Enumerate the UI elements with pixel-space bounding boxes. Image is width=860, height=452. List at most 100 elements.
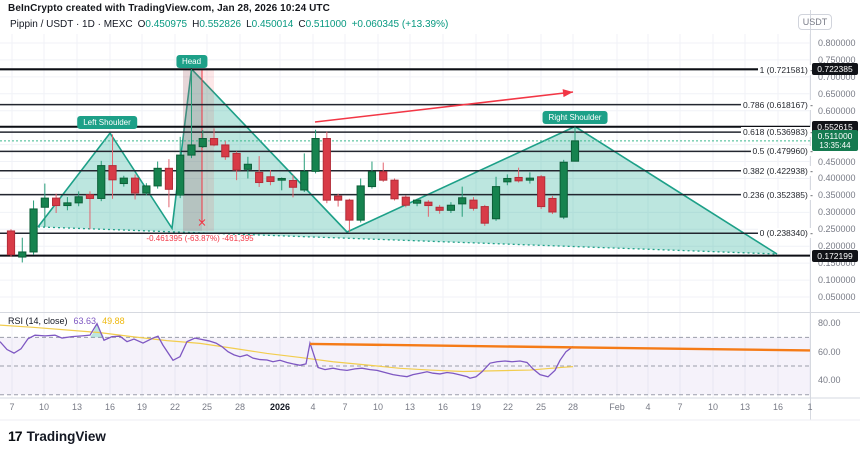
candle-body[interactable] bbox=[98, 166, 105, 199]
time-axis-tick[interactable]: 25 bbox=[202, 402, 212, 412]
price-axis-tick[interactable]: 0.050000 bbox=[818, 292, 856, 302]
time-axis-tick[interactable]: 13 bbox=[405, 402, 415, 412]
candle-body[interactable] bbox=[278, 178, 285, 180]
price-axis-tick[interactable]: 0.800000 bbox=[818, 38, 856, 48]
candle-body[interactable] bbox=[154, 168, 161, 186]
time-axis-tick[interactable]: 10 bbox=[373, 402, 383, 412]
candle-body[interactable] bbox=[560, 162, 567, 217]
candle-body[interactable] bbox=[470, 200, 477, 208]
candle-body[interactable] bbox=[120, 178, 127, 183]
candle-body[interactable] bbox=[526, 178, 533, 180]
price-axis-tick[interactable]: 0.300000 bbox=[818, 207, 856, 217]
candle-body[interactable] bbox=[402, 197, 409, 205]
time-axis-tick[interactable]: 22 bbox=[170, 402, 180, 412]
candle-body[interactable] bbox=[7, 231, 14, 255]
rsi-axis-tick[interactable]: 40.00 bbox=[818, 375, 841, 385]
price-axis-tick[interactable]: 0.650000 bbox=[818, 89, 856, 99]
time-axis-tick[interactable]: 7 bbox=[677, 402, 682, 412]
candle-body[interactable] bbox=[357, 186, 364, 220]
time-axis-tick[interactable]: 16 bbox=[773, 402, 783, 412]
candle-body[interactable] bbox=[459, 198, 466, 204]
candle-body[interactable] bbox=[289, 181, 296, 188]
symbol-legend-row[interactable]: Pippin / USDT · 1D · MEXC O0.450975 H0.5… bbox=[10, 19, 448, 30]
price-axis-tick[interactable]: 0.350000 bbox=[818, 190, 856, 200]
candle-body[interactable] bbox=[188, 145, 195, 155]
candle-body[interactable] bbox=[41, 198, 48, 207]
candle-body[interactable] bbox=[481, 207, 488, 224]
time-axis-tick[interactable]: 13 bbox=[740, 402, 750, 412]
time-axis-tick[interactable]: 19 bbox=[137, 402, 147, 412]
candle-body[interactable] bbox=[515, 177, 522, 180]
candle-body[interactable] bbox=[109, 166, 116, 180]
candle-body[interactable] bbox=[335, 196, 342, 200]
chart-canvas[interactable] bbox=[0, 0, 860, 452]
candle-body[interactable] bbox=[301, 171, 308, 190]
candle-body[interactable] bbox=[447, 205, 454, 210]
time-axis-tick[interactable]: 4 bbox=[645, 402, 650, 412]
candle-body[interactable] bbox=[143, 186, 150, 193]
time-axis-tick[interactable]: 1 bbox=[807, 402, 812, 412]
candle-body[interactable] bbox=[571, 141, 578, 161]
trend-arrow[interactable] bbox=[315, 92, 573, 122]
candle-body[interactable] bbox=[256, 172, 263, 182]
candle-body[interactable] bbox=[267, 177, 274, 182]
price-axis-tick[interactable]: 0.400000 bbox=[818, 173, 856, 183]
candle-body[interactable] bbox=[199, 139, 206, 147]
time-axis-tick[interactable]: 16 bbox=[438, 402, 448, 412]
candle-body[interactable] bbox=[391, 180, 398, 199]
candle-body[interactable] bbox=[380, 172, 387, 180]
time-axis-tick[interactable]: 28 bbox=[235, 402, 245, 412]
time-axis-tick[interactable]: 7 bbox=[342, 402, 347, 412]
rsi-indicator-label[interactable]: RSI (14, close) bbox=[8, 316, 68, 326]
rsi-axis-tick[interactable]: 80.00 bbox=[818, 318, 841, 328]
candle-body[interactable] bbox=[19, 252, 26, 257]
price-axis-tick[interactable]: 0.600000 bbox=[818, 106, 856, 116]
candle-body[interactable] bbox=[131, 178, 138, 193]
time-axis-tick[interactable]: Feb bbox=[609, 402, 625, 412]
time-axis-tick[interactable]: 10 bbox=[708, 402, 718, 412]
rsi-axis-tick[interactable]: 60.00 bbox=[818, 347, 841, 357]
candle-body[interactable] bbox=[64, 203, 71, 206]
time-axis-tick[interactable]: 2026 bbox=[270, 402, 290, 412]
time-axis-tick[interactable]: 16 bbox=[105, 402, 115, 412]
quote-currency-label[interactable]: USDT bbox=[798, 14, 832, 30]
rsi-legend[interactable]: RSI (14, close) 63.63 49.88 bbox=[8, 316, 125, 326]
candle-body[interactable] bbox=[436, 207, 443, 210]
candle-body[interactable] bbox=[549, 198, 556, 212]
candle-body[interactable] bbox=[233, 153, 240, 170]
candle-body[interactable] bbox=[222, 145, 229, 157]
candle-body[interactable] bbox=[210, 139, 217, 145]
time-axis-tick[interactable]: 10 bbox=[39, 402, 49, 412]
price-axis-tick[interactable]: 0.250000 bbox=[818, 224, 856, 234]
price-axis-tick[interactable]: 0.100000 bbox=[818, 275, 856, 285]
candle-body[interactable] bbox=[538, 177, 545, 207]
candle-body[interactable] bbox=[346, 200, 353, 220]
candle-body[interactable] bbox=[368, 172, 375, 187]
candle-body[interactable] bbox=[53, 198, 60, 205]
right-shoulder-label[interactable]: Right Shoulder bbox=[543, 111, 608, 124]
candle-body[interactable] bbox=[323, 139, 330, 201]
candle-body[interactable] bbox=[30, 209, 37, 252]
time-axis-tick[interactable]: 22 bbox=[503, 402, 513, 412]
candle-body[interactable] bbox=[425, 202, 432, 205]
time-axis-tick[interactable]: 13 bbox=[72, 402, 82, 412]
candle-body[interactable] bbox=[504, 178, 511, 181]
left-shoulder-label[interactable]: Left Shoulder bbox=[77, 116, 137, 129]
candle-body[interactable] bbox=[165, 168, 172, 189]
time-axis-tick[interactable]: 7 bbox=[9, 402, 14, 412]
time-axis-tick[interactable]: 19 bbox=[471, 402, 481, 412]
price-axis-tick[interactable]: 0.450000 bbox=[818, 157, 856, 167]
time-axis-tick[interactable]: 4 bbox=[310, 402, 315, 412]
head-label[interactable]: Head bbox=[176, 55, 207, 68]
time-axis-tick[interactable]: 25 bbox=[536, 402, 546, 412]
candle-body[interactable] bbox=[86, 195, 93, 199]
candle-body[interactable] bbox=[312, 139, 319, 172]
candle-body[interactable] bbox=[75, 197, 82, 203]
candle-body[interactable] bbox=[177, 155, 184, 195]
candle-body[interactable] bbox=[413, 200, 420, 203]
candle-body[interactable] bbox=[244, 164, 251, 169]
time-axis-tick[interactable]: 28 bbox=[568, 402, 578, 412]
candle-body[interactable] bbox=[492, 187, 499, 219]
symbol-title[interactable]: Pippin / USDT · 1D · MEXC bbox=[10, 19, 133, 30]
tradingview-logo[interactable]: 17 TradingView bbox=[8, 428, 106, 444]
